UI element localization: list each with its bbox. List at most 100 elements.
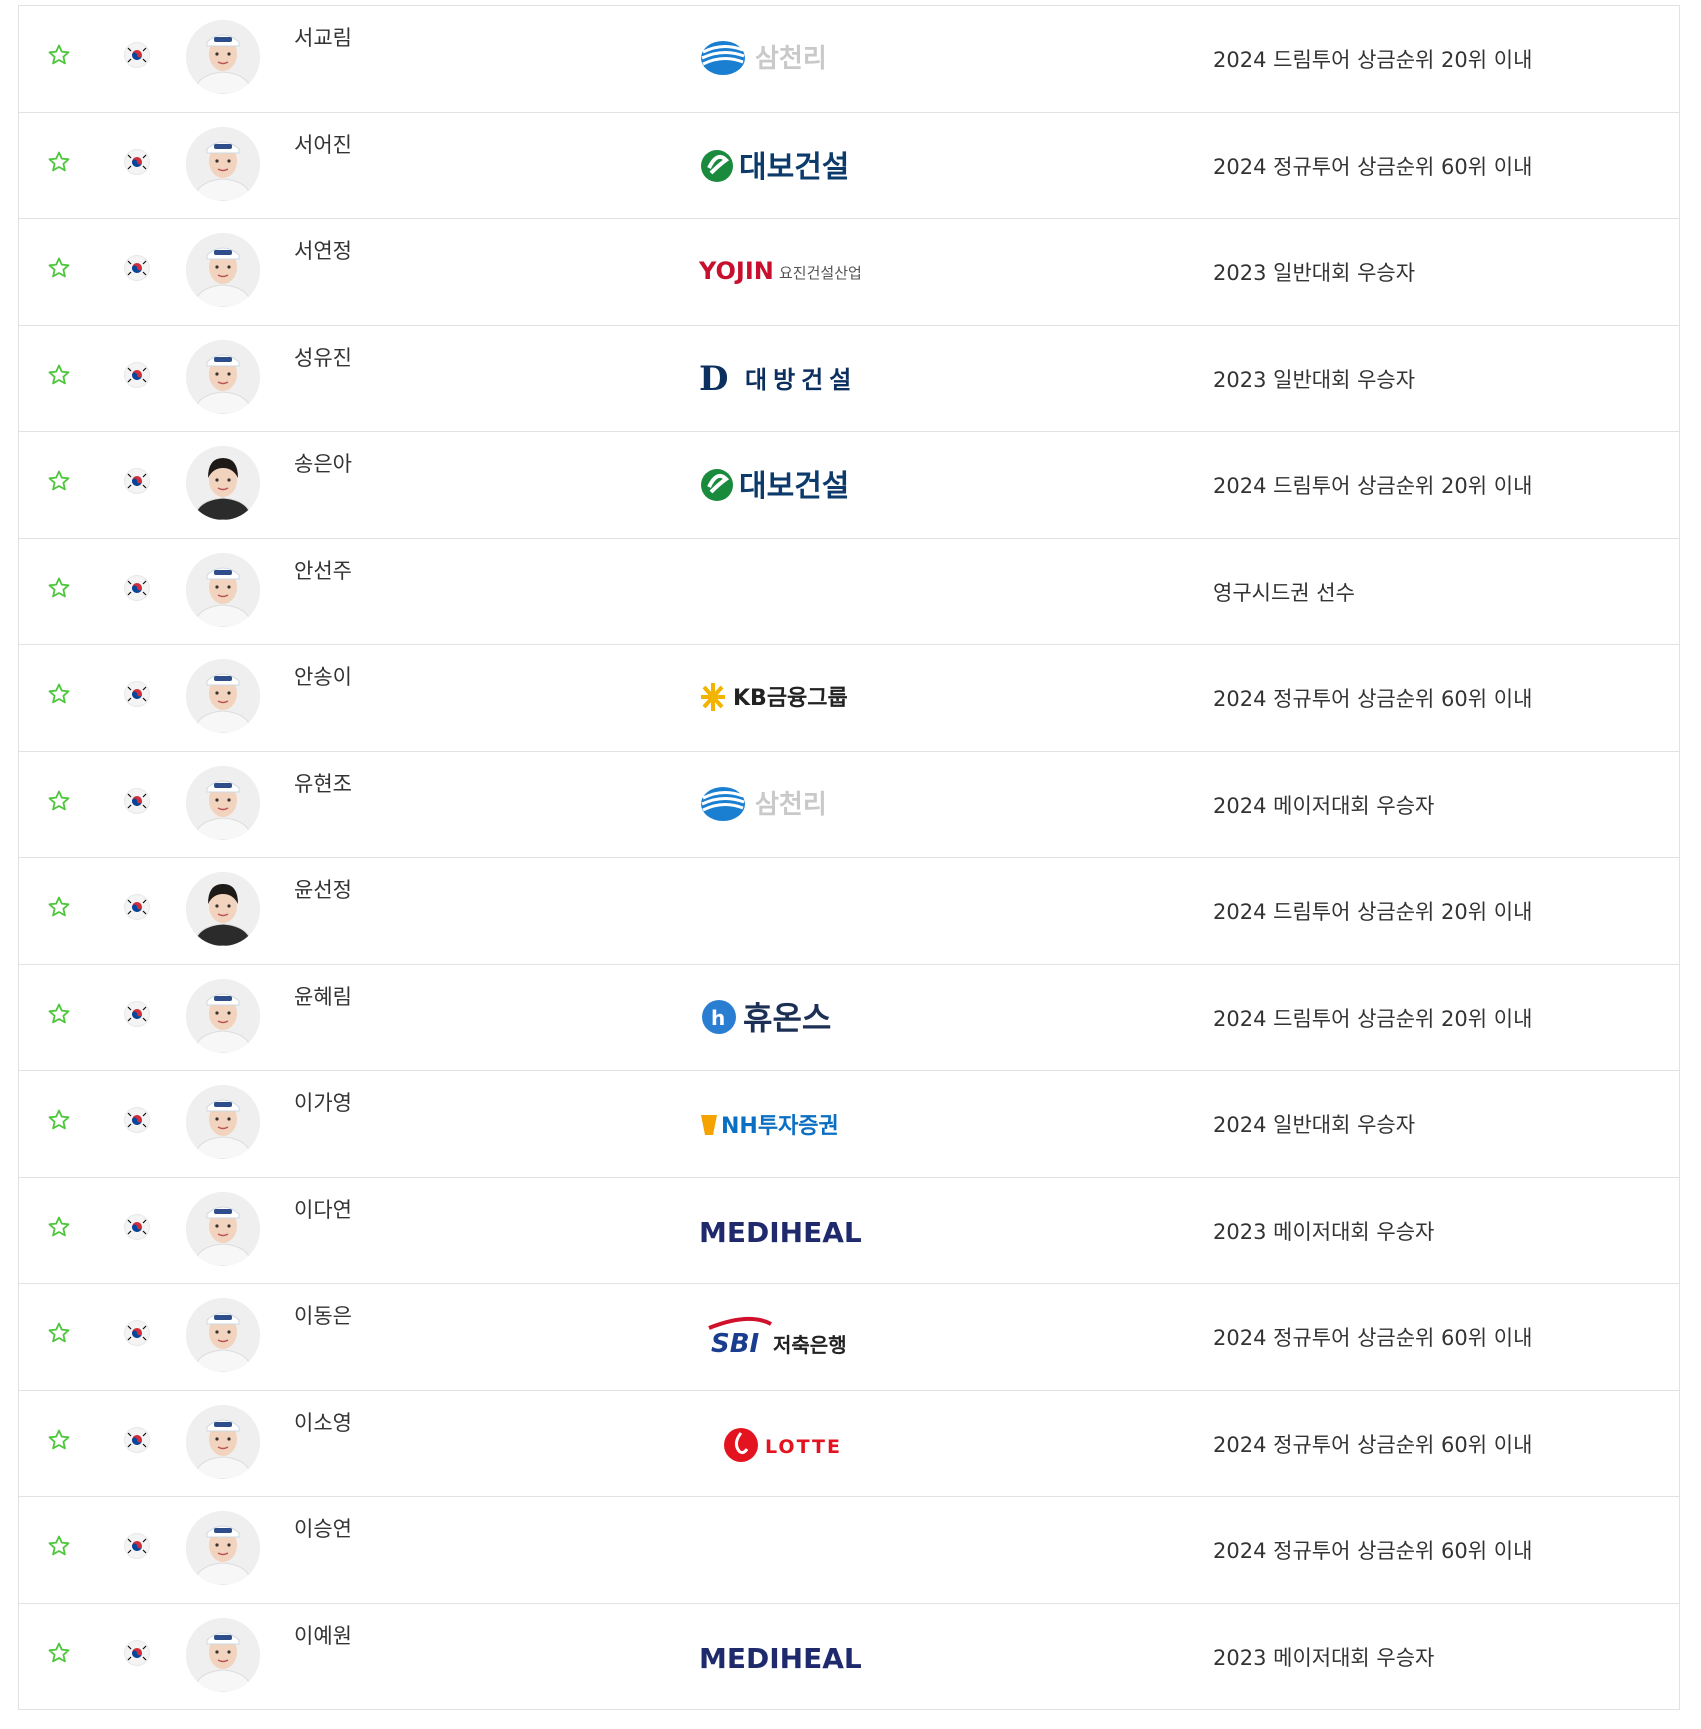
korea-flag-icon: [124, 1107, 150, 1133]
player-name[interactable]: 서어진: [294, 129, 352, 159]
player-photo-avatar[interactable]: [186, 339, 260, 414]
player-row[interactable]: 안선주 영구시드권 선수: [19, 539, 1679, 645]
seed-status: 2023 메이저대회 우승자: [1213, 1219, 1435, 1244]
korea-flag-icon: [124, 1000, 150, 1027]
player-name[interactable]: 윤혜림: [294, 981, 352, 1011]
player-photo-avatar[interactable]: [186, 765, 260, 840]
player-row[interactable]: 이승연 2024 정규투어 상금순위 60위 이내: [19, 1497, 1679, 1604]
seed-status: 2024 정규투어 상금순위 60위 이내: [1213, 687, 1533, 711]
korea-flag-icon: [124, 42, 150, 68]
seed-status: 2024 메이저대회 우승자: [1213, 793, 1435, 818]
player-photo-avatar[interactable]: [186, 552, 260, 627]
svg-text:NH투자증권: NH투자증권: [721, 1114, 839, 1139]
star-outline-icon[interactable]: [47, 789, 71, 813]
star-outline-icon[interactable]: [47, 256, 71, 280]
star-outline-icon[interactable]: [47, 895, 71, 919]
star-outline-icon[interactable]: [47, 576, 71, 600]
star-outline-icon[interactable]: [47, 1108, 71, 1132]
svg-text:KB금융그룹: KB금융그룹: [733, 686, 848, 711]
korea-flag-icon: [124, 1639, 150, 1666]
player-row[interactable]: 이가영 NH투자증권 2024 일반대회 우승자: [19, 1071, 1679, 1178]
player-name[interactable]: 안선주: [294, 555, 352, 585]
player-name[interactable]: 이승연: [294, 1513, 352, 1543]
player-row[interactable]: 서연정 YOJIN 요진건설산업 2023 일반대회 우승자: [19, 219, 1679, 326]
player-photo-avatar[interactable]: [186, 20, 260, 94]
player-name[interactable]: 이가영: [294, 1087, 352, 1117]
star-outline-icon[interactable]: [47, 1428, 71, 1452]
seed-status: 2024 정규투어 상금순위 60위 이내: [1213, 1539, 1533, 1563]
player-photo-avatar[interactable]: [186, 1191, 260, 1266]
sponsor-logo: D 대방건설: [699, 356, 889, 400]
player-photo-avatar[interactable]: [186, 872, 260, 946]
star-outline-icon[interactable]: [47, 1534, 71, 1558]
svg-text:MEDIHEAL: MEDIHEAL: [699, 1642, 862, 1675]
player-photo-avatar[interactable]: [186, 1085, 260, 1159]
player-photo-avatar[interactable]: [186, 1298, 260, 1372]
player-name[interactable]: 성유진: [294, 342, 352, 372]
player-list: 서교림 삼천리 2024 드림투어 상금순위 20위 이내 서어진 대보건설 2…: [18, 5, 1680, 1710]
sponsor-logo: KB금융그룹: [699, 675, 889, 719]
player-photo-avatar[interactable]: [186, 978, 260, 1053]
sponsor-logo: SBI 저축은행: [699, 1314, 889, 1358]
player-row[interactable]: 유현조 삼천리 2024 메이저대회 우승자: [19, 752, 1679, 858]
player-photo-avatar[interactable]: [186, 659, 260, 733]
player-name[interactable]: 유현조: [294, 768, 352, 798]
seed-status: 2024 드림투어 상금순위 20위 이내: [1213, 900, 1533, 924]
player-row[interactable]: 서어진 대보건설 2024 정규투어 상금순위 60위 이내: [19, 113, 1679, 219]
player-photo-avatar[interactable]: [186, 446, 260, 520]
star-outline-icon[interactable]: [47, 43, 71, 67]
player-row[interactable]: 성유진 D 대방건설 2023 일반대회 우승자: [19, 326, 1679, 432]
player-photo-avatar[interactable]: [186, 233, 260, 307]
player-row[interactable]: 윤혜림 h 휴온스 2024 드림투어 상금순위 20위 이내: [19, 965, 1679, 1071]
korea-flag-icon: [124, 574, 150, 601]
korea-flag-icon: [124, 148, 150, 175]
korea-flag-icon: [124, 468, 150, 494]
seed-status: 2023 일반대회 우승자: [1213, 367, 1416, 392]
seed-status: 영구시드권 선수: [1213, 580, 1355, 605]
korea-flag-icon: [124, 1320, 150, 1346]
seed-status: 2024 정규투어 상금순위 60위 이내: [1213, 154, 1533, 179]
player-photo-avatar[interactable]: [186, 1617, 260, 1692]
player-name[interactable]: 서연정: [294, 235, 352, 265]
player-row[interactable]: 이동은 SBI 저축은행 2024 정규투어 상금순위 60위 이내: [19, 1284, 1679, 1391]
player-row[interactable]: 송은아 대보건설 2024 드림투어 상금순위 20위 이내: [19, 432, 1679, 539]
seed-status: 2024 드림투어 상금순위 20위 이내: [1213, 474, 1533, 498]
sponsor-logo: [699, 1527, 889, 1571]
player-name[interactable]: 이동은: [294, 1300, 352, 1330]
player-photo-avatar[interactable]: [186, 126, 260, 201]
player-name[interactable]: 서교림: [294, 22, 352, 52]
svg-text:저축은행: 저축은행: [773, 1333, 847, 1357]
star-outline-icon[interactable]: [47, 1002, 71, 1026]
player-row[interactable]: 윤선정 2024 드림투어 상금순위 20위 이내: [19, 858, 1679, 965]
player-name[interactable]: 송은아: [294, 448, 352, 478]
player-name[interactable]: 이예원: [294, 1620, 352, 1650]
star-outline-icon[interactable]: [47, 1641, 71, 1665]
star-outline-icon[interactable]: [47, 150, 71, 174]
player-photo-avatar[interactable]: [186, 1511, 260, 1585]
player-name[interactable]: 안송이: [294, 661, 352, 691]
player-row[interactable]: 안송이 KB금융그룹 2024 정규투어 상금순위 60위 이내: [19, 645, 1679, 752]
korea-flag-icon: [124, 255, 150, 281]
star-outline-icon[interactable]: [47, 1215, 71, 1239]
sponsor-logo: 삼천리: [699, 782, 889, 826]
star-outline-icon[interactable]: [47, 363, 71, 387]
sponsor-logo: 대보건설: [699, 462, 889, 506]
player-row[interactable]: 이소영 LOTTE 2024 정규투어 상금순위 60위 이내: [19, 1391, 1679, 1497]
player-row[interactable]: 서교림 삼천리 2024 드림투어 상금순위 20위 이내: [19, 6, 1679, 113]
seed-status: 2024 드림투어 상금순위 20위 이내: [1213, 1006, 1533, 1031]
player-name[interactable]: 이다연: [294, 1194, 352, 1224]
star-outline-icon[interactable]: [47, 469, 71, 493]
sponsor-logo: 대보건설: [699, 143, 889, 187]
player-row[interactable]: 이예원 MEDIHEAL 2023 메이저대회 우승자: [19, 1604, 1679, 1710]
player-name[interactable]: 이소영: [294, 1407, 352, 1437]
star-outline-icon[interactable]: [47, 682, 71, 706]
star-outline-icon[interactable]: [47, 1321, 71, 1345]
player-photo-avatar[interactable]: [186, 1404, 260, 1479]
player-row[interactable]: 이다연 MEDIHEAL 2023 메이저대회 우승자: [19, 1178, 1679, 1284]
player-name[interactable]: 윤선정: [294, 874, 352, 904]
svg-text:대보건설: 대보건설: [739, 150, 849, 185]
seed-status: 2024 정규투어 상금순위 60위 이내: [1213, 1326, 1533, 1350]
sponsor-logo: MEDIHEAL: [699, 1208, 889, 1252]
sponsor-logo: YOJIN 요진건설산업: [699, 249, 889, 293]
korea-flag-icon: [124, 1213, 150, 1240]
